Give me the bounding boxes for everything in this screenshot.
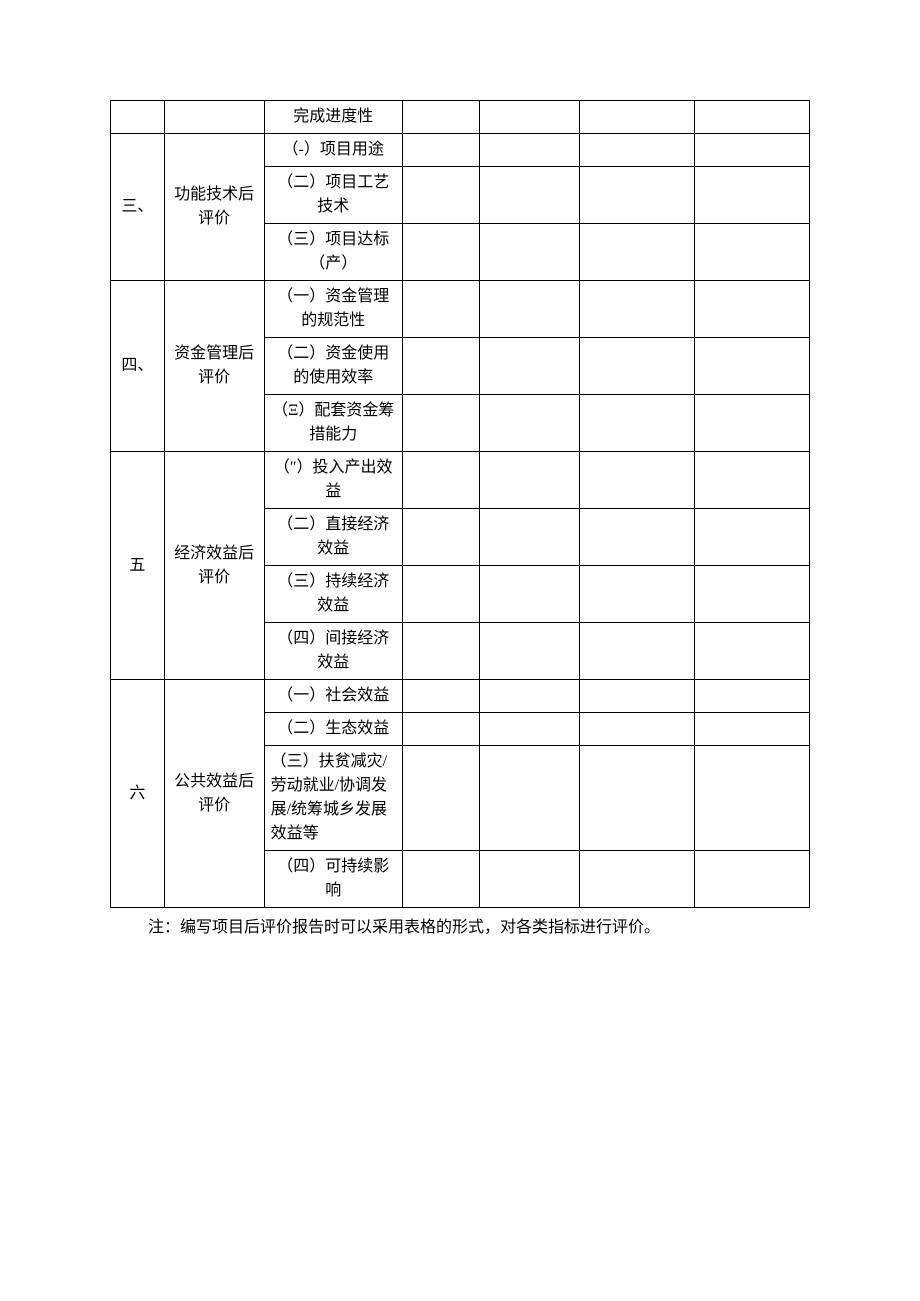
- table-row: 五经济效益后评价（″）投入产出效益: [111, 452, 810, 509]
- row-item: （一）社会效益: [264, 680, 402, 713]
- row-item: （三）持续经济效益: [264, 566, 402, 623]
- row-category: 资金管理后评价: [164, 281, 264, 452]
- data-cell: [402, 101, 479, 134]
- data-cell: [402, 281, 479, 338]
- table-note: 注：编写项目后评价报告时可以采用表格的形式，对各类指标进行评价。: [110, 916, 810, 940]
- row-category: 经济效益后评价: [164, 452, 264, 680]
- data-cell: [479, 281, 579, 338]
- data-cell: [479, 167, 579, 224]
- data-cell: [694, 224, 809, 281]
- row-item: （三）项目达标（产）: [264, 224, 402, 281]
- data-cell: [694, 851, 809, 908]
- data-cell: [694, 713, 809, 746]
- row-item: （″）投入产出效益: [264, 452, 402, 509]
- data-cell: [479, 338, 579, 395]
- data-cell: [479, 566, 579, 623]
- data-cell: [402, 746, 479, 851]
- row-item: （四）间接经济效益: [264, 623, 402, 680]
- data-cell: [694, 134, 809, 167]
- data-cell: [479, 452, 579, 509]
- table-row: 四、资金管理后评价（一）资金管理的规范性: [111, 281, 810, 338]
- data-cell: [402, 680, 479, 713]
- row-number: 五: [111, 452, 165, 680]
- data-cell: [579, 851, 694, 908]
- data-cell: [579, 713, 694, 746]
- row-item: （二）资金使用的使用效率: [264, 338, 402, 395]
- row-category: 公共效益后评价: [164, 680, 264, 908]
- data-cell: [579, 281, 694, 338]
- data-cell: [694, 746, 809, 851]
- row-item: （二）直接经济效益: [264, 509, 402, 566]
- data-cell: [579, 395, 694, 452]
- data-cell: [694, 395, 809, 452]
- data-cell: [479, 509, 579, 566]
- table-row: 三、功能技术后评价（-）项目用途: [111, 134, 810, 167]
- data-cell: [694, 101, 809, 134]
- data-cell: [579, 134, 694, 167]
- data-cell: [402, 395, 479, 452]
- data-cell: [579, 101, 694, 134]
- data-cell: [479, 134, 579, 167]
- evaluation-table: 完成进度性三、功能技术后评价（-）项目用途（二）项目工艺技术（三）项目达标（产）…: [110, 100, 810, 908]
- data-cell: [694, 566, 809, 623]
- data-cell: [694, 452, 809, 509]
- data-cell: [479, 680, 579, 713]
- row-category: 功能技术后评价: [164, 134, 264, 281]
- data-cell: [402, 851, 479, 908]
- table-row: 六公共效益后评价（一）社会效益: [111, 680, 810, 713]
- row-number: [111, 101, 165, 134]
- row-item: （四）可持续影响: [264, 851, 402, 908]
- data-cell: [479, 713, 579, 746]
- row-item: （一）资金管理的规范性: [264, 281, 402, 338]
- data-cell: [402, 713, 479, 746]
- data-cell: [402, 338, 479, 395]
- data-cell: [694, 338, 809, 395]
- data-cell: [579, 623, 694, 680]
- row-number: 三、: [111, 134, 165, 281]
- data-cell: [579, 452, 694, 509]
- table-body: 完成进度性三、功能技术后评价（-）项目用途（二）项目工艺技术（三）项目达标（产）…: [111, 101, 810, 908]
- data-cell: [579, 746, 694, 851]
- data-cell: [579, 509, 694, 566]
- data-cell: [694, 281, 809, 338]
- data-cell: [579, 680, 694, 713]
- data-cell: [402, 452, 479, 509]
- data-cell: [402, 623, 479, 680]
- data-cell: [579, 566, 694, 623]
- row-number: 四、: [111, 281, 165, 452]
- row-item: （二）项目工艺技术: [264, 167, 402, 224]
- data-cell: [479, 623, 579, 680]
- data-cell: [579, 167, 694, 224]
- data-cell: [479, 746, 579, 851]
- data-cell: [402, 509, 479, 566]
- data-cell: [579, 338, 694, 395]
- row-item: （-）项目用途: [264, 134, 402, 167]
- data-cell: [479, 224, 579, 281]
- table-row: 完成进度性: [111, 101, 810, 134]
- row-item: （二）生态效益: [264, 713, 402, 746]
- data-cell: [479, 395, 579, 452]
- data-cell: [479, 101, 579, 134]
- data-cell: [402, 167, 479, 224]
- row-category: [164, 101, 264, 134]
- data-cell: [694, 623, 809, 680]
- row-item: 完成进度性: [264, 101, 402, 134]
- data-cell: [402, 224, 479, 281]
- row-item: （Ξ）配套资金筹措能力: [264, 395, 402, 452]
- data-cell: [579, 224, 694, 281]
- data-cell: [402, 566, 479, 623]
- data-cell: [402, 134, 479, 167]
- data-cell: [694, 680, 809, 713]
- data-cell: [479, 851, 579, 908]
- data-cell: [694, 167, 809, 224]
- data-cell: [694, 509, 809, 566]
- row-item: （三）扶贫减灾/劳动就业/协调发展/统筹城乡发展效益等: [264, 746, 402, 851]
- row-number: 六: [111, 680, 165, 908]
